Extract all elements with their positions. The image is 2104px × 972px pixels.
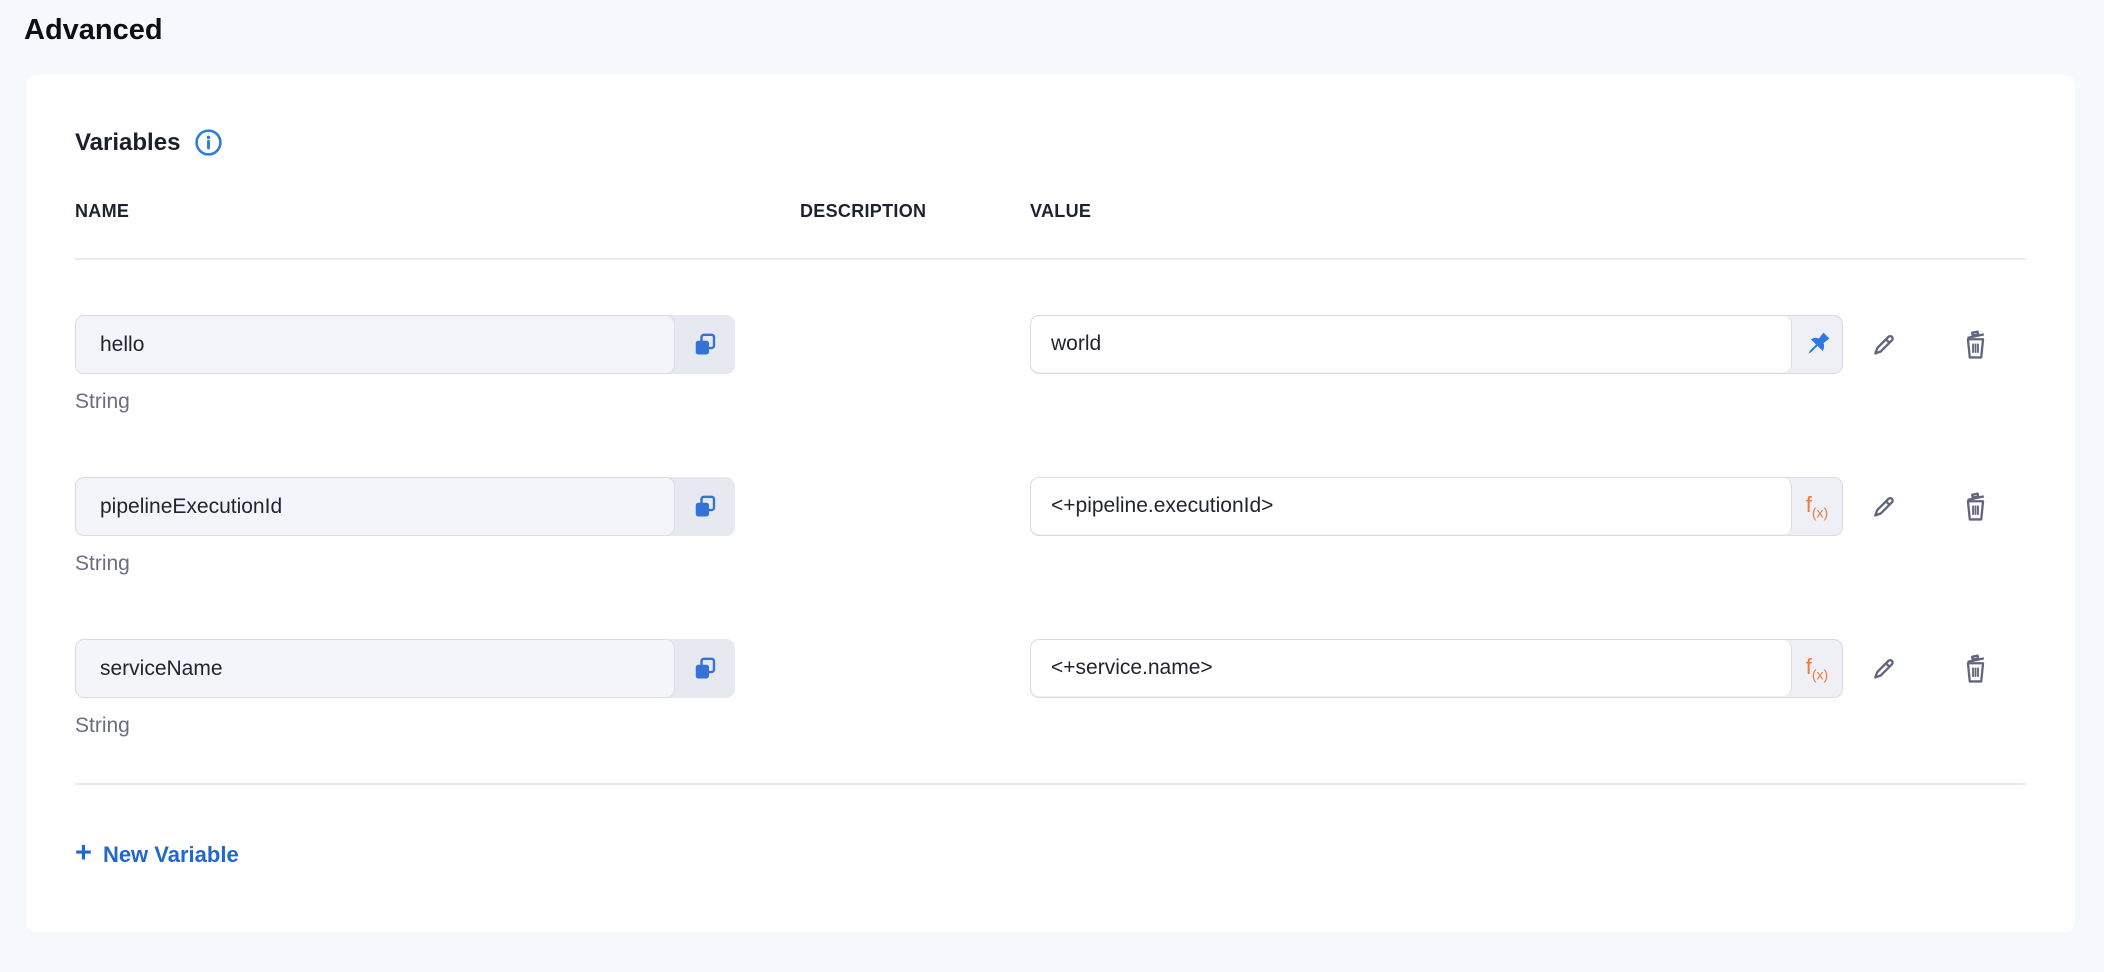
edit-variable-button[interactable] (1861, 323, 1905, 367)
copy-button[interactable] (675, 315, 735, 374)
row-actions (1861, 639, 2026, 698)
new-variable-label: New Variable (103, 842, 239, 868)
variable-type-label: String (75, 390, 735, 414)
pencil-icon (1865, 326, 1902, 363)
variable-value-field: f(x) (1030, 477, 1843, 536)
pencil-icon (1865, 650, 1902, 687)
copy-button[interactable] (675, 639, 735, 698)
page-title: Advanced (0, 0, 2104, 75)
pencil-icon (1865, 488, 1902, 525)
variable-type-label: String (75, 552, 735, 576)
delete-variable-button[interactable] (1953, 647, 1997, 691)
variable-name-input[interactable] (75, 477, 675, 536)
fx-expression-icon: f(x) (1806, 656, 1828, 681)
variable-name-field (75, 477, 735, 536)
new-variable-button[interactable]: + New Variable (75, 841, 239, 868)
fixed-value-toggle[interactable] (1792, 316, 1842, 373)
variables-heading: Variables (75, 127, 2026, 158)
trash-icon (1957, 488, 1994, 525)
column-header-name: NAME (75, 201, 735, 222)
name-cell: String (75, 477, 735, 576)
variable-name-input[interactable] (75, 639, 675, 698)
pin-icon (1801, 328, 1834, 361)
variable-value-field (1030, 315, 1843, 374)
plus-icon: + (75, 839, 92, 868)
variables-panel: Variables NAME DESCRIPTION VALUE String (26, 75, 2075, 932)
variable-name-field (75, 315, 735, 374)
name-cell: String (75, 639, 735, 738)
copy-icon (690, 492, 720, 522)
copy-button[interactable] (675, 477, 735, 536)
variable-value-input[interactable] (1031, 316, 1792, 372)
variables-table-header: NAME DESCRIPTION VALUE (75, 196, 2026, 226)
row-actions (1861, 477, 2026, 536)
table-row: String f(x) (75, 477, 2026, 576)
table-row: String (75, 315, 2026, 414)
variable-value-input[interactable] (1031, 640, 1792, 696)
variable-type-label: String (75, 714, 735, 738)
variable-name-field (75, 639, 735, 698)
table-row: String f(x) (75, 639, 2026, 738)
fx-expression-icon: f(x) (1806, 494, 1828, 519)
column-header-value: VALUE (1030, 201, 1843, 222)
edit-variable-button[interactable] (1861, 647, 1905, 691)
info-icon[interactable] (193, 127, 224, 158)
delete-variable-button[interactable] (1953, 323, 1997, 367)
edit-variable-button[interactable] (1861, 485, 1905, 529)
variables-heading-label: Variables (75, 129, 180, 157)
expression-toggle[interactable]: f(x) (1792, 478, 1842, 535)
variable-value-input[interactable] (1031, 478, 1792, 534)
trash-icon (1957, 650, 1994, 687)
trash-icon (1957, 326, 1994, 363)
footer-divider (75, 783, 2026, 785)
column-header-description: DESCRIPTION (800, 201, 1030, 222)
row-actions (1861, 315, 2026, 374)
delete-variable-button[interactable] (1953, 485, 1997, 529)
variables-rows: String (75, 260, 2026, 738)
variable-value-field: f(x) (1030, 639, 1843, 698)
name-cell: String (75, 315, 735, 414)
variable-name-input[interactable] (75, 315, 675, 374)
copy-icon (690, 330, 720, 360)
expression-toggle[interactable]: f(x) (1792, 640, 1842, 697)
copy-icon (690, 654, 720, 684)
